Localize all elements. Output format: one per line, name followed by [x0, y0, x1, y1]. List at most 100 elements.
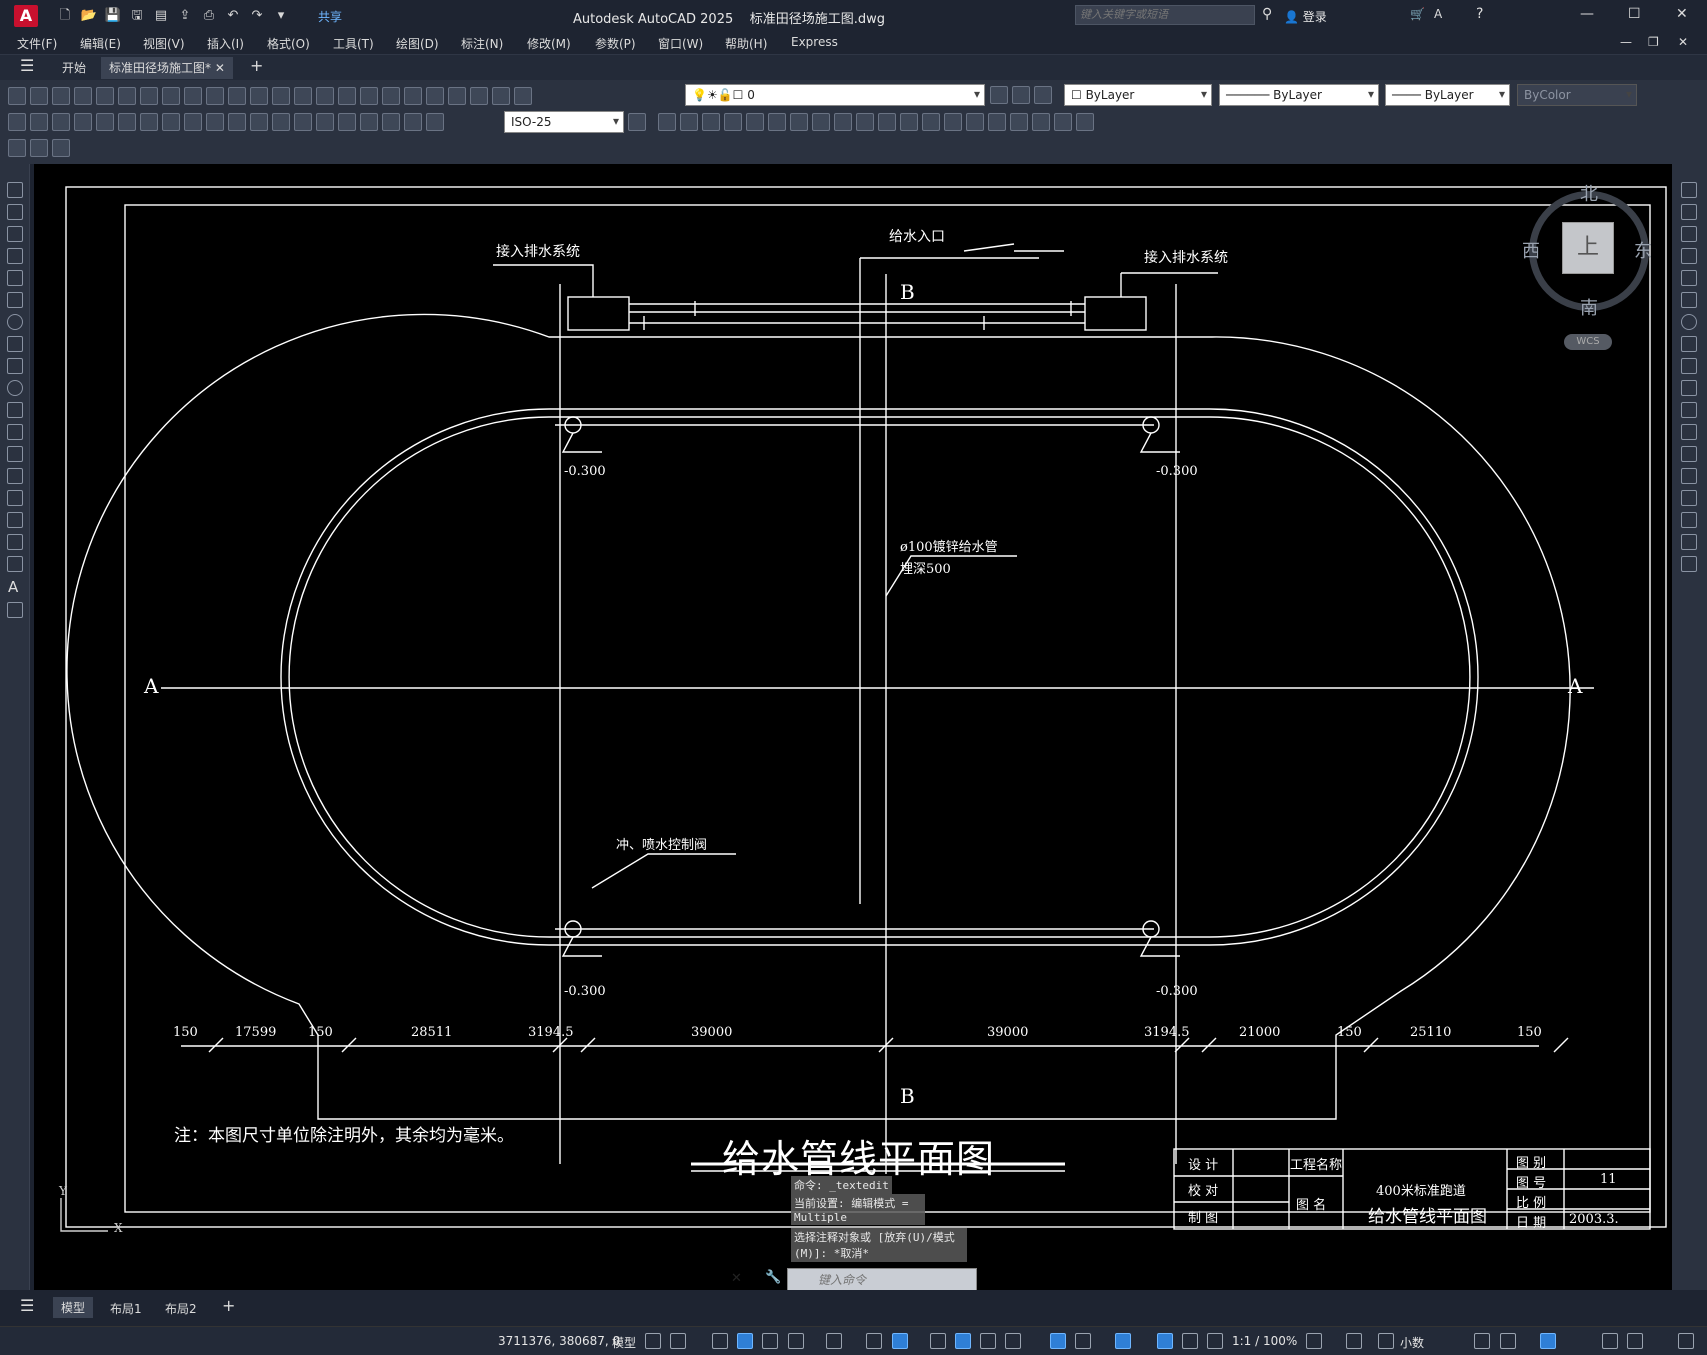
lineweight-dropdown[interactable]: ──── ByLayer ▾: [1385, 84, 1510, 106]
array-icon[interactable]: [1681, 270, 1697, 286]
publish-icon[interactable]: ▤: [152, 7, 170, 25]
tab-start[interactable]: 开始: [62, 59, 86, 76]
menu-draw[interactable]: 绘图(D): [396, 35, 439, 52]
tool-palettes-icon[interactable]: [448, 87, 466, 105]
tab-layout1[interactable]: 布局1: [110, 1300, 142, 1317]
ucs-previous-icon[interactable]: [702, 113, 720, 131]
viewcube-west[interactable]: 西: [1522, 237, 1540, 263]
menu-edit[interactable]: 编辑(E): [80, 35, 121, 52]
dynamic-input-icon[interactable]: [737, 1333, 753, 1349]
help-icon[interactable]: [514, 87, 532, 105]
redo-icon[interactable]: [294, 87, 312, 105]
new-icon[interactable]: [8, 87, 26, 105]
add-layout-button[interactable]: +: [222, 1296, 235, 1315]
plot-icon[interactable]: ⎙: [200, 7, 218, 25]
design-center-icon[interactable]: [426, 87, 444, 105]
coordinates-readout[interactable]: 3711376, 380687, 0: [498, 1334, 620, 1348]
pdf-icon[interactable]: [140, 87, 158, 105]
polygon-icon[interactable]: [7, 248, 23, 264]
command-close-icon[interactable]: ✕: [731, 1271, 742, 1286]
mirror-icon[interactable]: [1681, 226, 1697, 242]
polar-tracking-icon[interactable]: [788, 1333, 804, 1349]
dim-space-icon[interactable]: [250, 113, 268, 131]
quick-properties-icon[interactable]: [1474, 1333, 1490, 1349]
share-button[interactable]: 共享: [318, 8, 342, 25]
circle-icon[interactable]: [7, 314, 23, 330]
arc-length-icon[interactable]: [52, 113, 70, 131]
tab-model[interactable]: 模型: [53, 1297, 94, 1318]
spline-icon[interactable]: [7, 358, 23, 374]
save-as-icon[interactable]: 🖫: [128, 7, 146, 25]
menu-format[interactable]: 格式(O): [267, 35, 310, 52]
viewcube-east[interactable]: 东: [1634, 237, 1652, 263]
continue-dim-icon[interactable]: [228, 113, 246, 131]
lock-ui-icon[interactable]: [1500, 1333, 1516, 1349]
dynamic-ucs-icon[interactable]: [1050, 1333, 1066, 1349]
customize-dropdown-icon[interactable]: ▾: [272, 7, 290, 25]
drawing-canvas[interactable]: 接入排水系统 接入排水系统 给水入口 B B A A ø100镀锌给水管 埋深5…: [34, 164, 1672, 1290]
make-current-layer-icon[interactable]: [1012, 86, 1030, 104]
snap-icon[interactable]: [670, 1333, 686, 1349]
field-icon[interactable]: [30, 139, 48, 157]
construction-line-icon[interactable]: [7, 204, 23, 220]
menu-file[interactable]: 文件(F): [17, 35, 57, 52]
clip-icon[interactable]: [1054, 113, 1072, 131]
polyline-icon[interactable]: [7, 226, 23, 242]
open-icon[interactable]: [30, 87, 48, 105]
radius-dim-icon[interactable]: [96, 113, 114, 131]
layout-menu-icon[interactable]: ☰: [20, 1296, 34, 1315]
tab-close-icon[interactable]: ✕: [215, 61, 225, 75]
menu-tools[interactable]: 工具(T): [333, 35, 374, 52]
menu-parametric[interactable]: 参数(P): [595, 35, 636, 52]
gizmo-icon[interactable]: [1115, 1333, 1131, 1349]
copy-object-icon[interactable]: [768, 113, 786, 131]
scale-icon[interactable]: [1681, 336, 1697, 352]
point-icon[interactable]: [7, 468, 23, 484]
redo-icon[interactable]: ↷: [248, 7, 266, 25]
move-icon[interactable]: [1681, 292, 1697, 308]
transparency-icon[interactable]: [955, 1333, 971, 1349]
selection-filter-icon[interactable]: [1075, 1333, 1091, 1349]
hatch-icon[interactable]: [7, 490, 23, 506]
layer-previous-icon[interactable]: [1034, 86, 1052, 104]
open-icon[interactable]: 📂: [80, 7, 98, 25]
autodesk-app-icon[interactable]: A: [1434, 7, 1442, 21]
dimstyle-dropdown[interactable]: ISO-25 ▾: [504, 111, 624, 133]
isometric-icon[interactable]: [826, 1333, 842, 1349]
doc-restore-icon[interactable]: ❐: [1648, 35, 1659, 49]
isolate-objects-icon[interactable]: [1540, 1333, 1556, 1349]
command-input[interactable]: [787, 1268, 977, 1292]
break-icon[interactable]: [1681, 446, 1697, 462]
copy-icon[interactable]: [1681, 204, 1697, 220]
mirror-icon[interactable]: [724, 113, 742, 131]
hamburger-menu-icon[interactable]: ☰: [20, 56, 34, 75]
menu-help[interactable]: 帮助(H): [725, 35, 767, 52]
ucs-icon[interactable]: [658, 113, 676, 131]
ellipse-arc-icon[interactable]: [7, 402, 23, 418]
region-icon[interactable]: [7, 534, 23, 550]
annotation-scale-icon[interactable]: [1207, 1333, 1223, 1349]
wcs-menu[interactable]: WCS: [1564, 334, 1612, 350]
make-block-icon[interactable]: [7, 446, 23, 462]
maximize-icon[interactable]: ☐: [1628, 6, 1641, 22]
xref-icon[interactable]: [1032, 113, 1050, 131]
lineweight-icon[interactable]: [930, 1333, 946, 1349]
baseline-dim-icon[interactable]: [206, 113, 224, 131]
3d-osnap-icon[interactable]: [1005, 1333, 1021, 1349]
jogged-linear-icon[interactable]: [360, 113, 378, 131]
close-icon[interactable]: ✕: [1676, 6, 1688, 22]
add-selected-icon[interactable]: [7, 602, 23, 618]
object-snap-tracking-icon[interactable]: [866, 1333, 882, 1349]
tab-drawing[interactable]: 标准田径场施工图* ✕: [101, 57, 233, 79]
erase-icon[interactable]: [1681, 182, 1697, 198]
units-icon[interactable]: [1378, 1333, 1394, 1349]
undo-icon[interactable]: [272, 87, 290, 105]
menu-insert[interactable]: 插入(I): [207, 35, 244, 52]
match-properties-icon[interactable]: [228, 87, 246, 105]
diameter-dim-icon[interactable]: [140, 113, 158, 131]
object-snap-icon[interactable]: [892, 1333, 908, 1349]
region-icon[interactable]: [900, 113, 918, 131]
insert-block-icon[interactable]: [7, 424, 23, 440]
sheet-set-icon[interactable]: [470, 87, 488, 105]
revision-cloud-icon[interactable]: [7, 336, 23, 352]
